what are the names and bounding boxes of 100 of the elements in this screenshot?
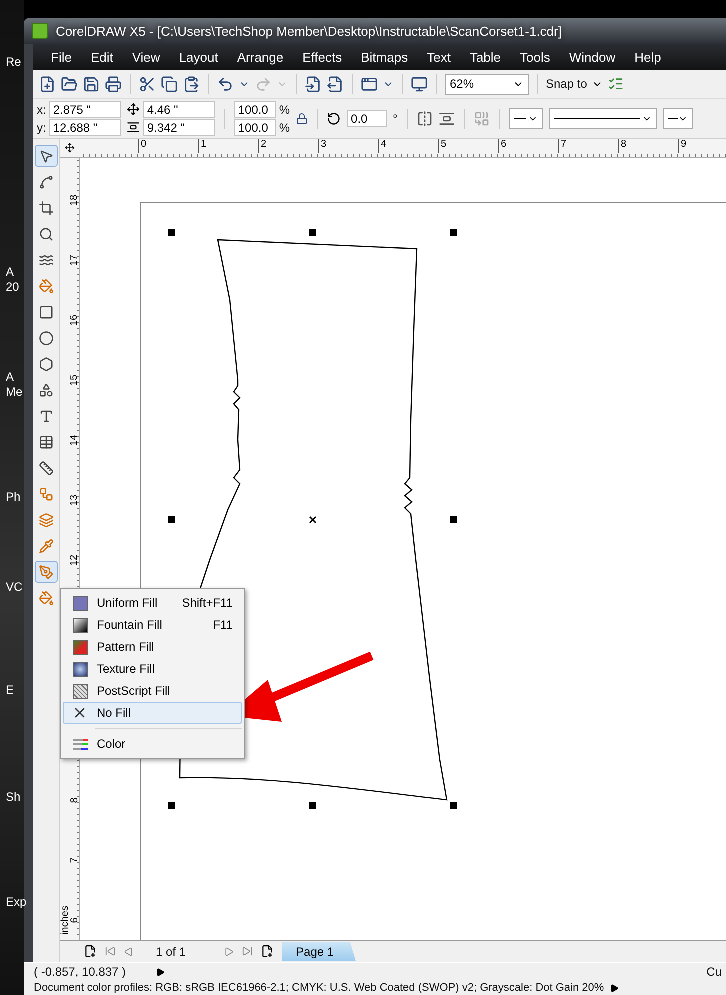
add-page-icon[interactable] xyxy=(84,945,97,958)
printer-icon[interactable] xyxy=(105,76,122,92)
menu-item[interactable]: Texture Fill xyxy=(63,658,242,680)
ruler-label: 3 xyxy=(318,139,378,153)
ruler-label: 6 xyxy=(70,917,79,923)
desktop-icon-label[interactable]: 20 xyxy=(6,280,20,294)
menu-item[interactable]: Color xyxy=(63,733,242,755)
monitor-icon[interactable] xyxy=(411,76,428,92)
new-file-icon[interactable] xyxy=(39,76,56,92)
menu-item[interactable]: Help xyxy=(624,50,670,64)
import-icon[interactable] xyxy=(305,76,322,92)
first-page-icon[interactable] xyxy=(105,946,116,957)
desktop-icon-label[interactable]: Re xyxy=(6,55,22,69)
menu-item[interactable]: Pattern Fill xyxy=(63,636,242,658)
ruler-label: 17 xyxy=(70,254,79,266)
rectangle-icon xyxy=(38,304,54,320)
expand-arrow-icon[interactable] xyxy=(610,984,620,992)
ruler-label: 8 xyxy=(70,797,79,803)
gradient-swatch-icon xyxy=(72,618,88,632)
ruler-label: 13 xyxy=(70,494,79,506)
mirror-vertical-icon[interactable] xyxy=(438,110,455,126)
percent-sign: % xyxy=(279,120,290,134)
desktop-icon-label[interactable]: A xyxy=(6,265,14,279)
lock-icon[interactable] xyxy=(296,112,308,124)
ruler-label: 12 xyxy=(70,554,79,566)
scale-x-field[interactable]: 100.0 xyxy=(234,101,276,118)
pattern-swatch-icon xyxy=(72,640,88,654)
shortcut-label: F11 xyxy=(213,618,234,632)
desktop-icon-label[interactable]: A xyxy=(6,370,14,384)
menu-item[interactable]: Text xyxy=(417,50,460,64)
texture-swatch-icon xyxy=(72,662,88,676)
line-style-dropdown[interactable] xyxy=(548,108,657,129)
mirror-horizontal-icon[interactable] xyxy=(416,110,433,126)
desktop-icon-label[interactable]: Sh xyxy=(6,790,21,804)
x-position-field[interactable]: 2.875 " xyxy=(49,101,122,118)
tool-button[interactable] xyxy=(34,145,58,167)
rotation-field[interactable]: 0.0 xyxy=(347,110,388,127)
scale-y-field[interactable]: 100.0 xyxy=(234,119,276,136)
previous-page-icon[interactable] xyxy=(124,946,134,956)
line-end-dropdown[interactable] xyxy=(662,108,693,129)
y-label: y: xyxy=(37,120,46,134)
x-label: x: xyxy=(37,102,46,116)
menu-item[interactable]: No Fill xyxy=(63,702,242,724)
menu-item-label: Texture Fill xyxy=(96,662,156,676)
menu-item-label: No Fill xyxy=(96,706,132,720)
expand-arrow-icon[interactable] xyxy=(156,968,166,976)
pointer-icon xyxy=(38,148,54,164)
menu-item[interactable]: View xyxy=(122,50,170,64)
width-field[interactable]: 4.46 " xyxy=(143,101,216,118)
copy-icon[interactable] xyxy=(161,76,178,92)
desktop-icon-label[interactable]: VC xyxy=(6,580,23,594)
desktop-icon-label[interactable]: Me xyxy=(6,385,23,399)
y-position-field[interactable]: 12.688 " xyxy=(49,119,122,136)
ruler-origin-icon[interactable] xyxy=(65,143,75,153)
color-profiles-text: Document color profiles: RGB: sRGB IEC61966-2.1; CMYK: U.S. Web Coated (SWOP) v2; Grayscale: Dot Gain 20% xyxy=(34,982,604,994)
menu-item[interactable]: Layout xyxy=(169,50,228,64)
height-field[interactable]: 9.342 " xyxy=(143,119,216,136)
ruler-label: 7 xyxy=(70,857,79,863)
ellipse-icon xyxy=(38,330,54,346)
paint-bucket-icon xyxy=(38,278,54,294)
desktop-icon-label[interactable]: Ph xyxy=(6,490,21,504)
ruler-label: 7 xyxy=(558,139,618,153)
line-start-dropdown[interactable] xyxy=(508,108,543,129)
checklist-icon[interactable] xyxy=(608,76,624,92)
shapes-icon xyxy=(38,382,54,398)
scissors-icon[interactable] xyxy=(139,76,156,92)
window-icon[interactable] xyxy=(361,76,378,92)
page-tab[interactable]: Page 1 xyxy=(282,942,356,962)
export-icon[interactable] xyxy=(327,76,344,92)
ruler-label: 8 xyxy=(618,139,678,153)
menu-item[interactable]: Fountain Fill F11 xyxy=(63,614,242,636)
paint-bucket-icon xyxy=(38,590,54,606)
next-page-icon[interactable] xyxy=(224,946,234,956)
crop-icon xyxy=(38,200,54,216)
ruler-label: 18 xyxy=(70,194,79,206)
menu-item[interactable]: File xyxy=(41,50,81,64)
desktop-icon-label[interactable]: Exp xyxy=(6,895,27,909)
menu-item-label: PostScript Fill xyxy=(96,684,172,698)
zoom-dropdown[interactable]: 62% xyxy=(445,74,529,94)
menu-item[interactable]: PostScript Fill xyxy=(63,680,242,702)
menu-item[interactable]: Table xyxy=(460,50,510,64)
menu-item[interactable]: Window xyxy=(559,50,625,64)
menu-item[interactable]: Uniform Fill Shift+F11 xyxy=(63,592,242,614)
desktop-icon-label[interactable]: E xyxy=(6,683,14,697)
curve-icon xyxy=(38,174,54,190)
clipboard-icon[interactable] xyxy=(183,76,200,92)
menu-item[interactable]: Bitmaps xyxy=(351,50,418,64)
add-page-icon[interactable] xyxy=(261,945,274,958)
save-icon[interactable] xyxy=(83,76,100,92)
folder-icon[interactable] xyxy=(61,76,78,92)
undo-icon[interactable] xyxy=(217,76,234,92)
snap-to-dropdown[interactable]: Snap to xyxy=(546,77,588,91)
menu-item[interactable]: Edit xyxy=(80,50,122,64)
menu-item[interactable]: Tools xyxy=(510,50,560,64)
menu-item[interactable]: Effects xyxy=(292,50,352,64)
ruler-label: 5 xyxy=(438,139,498,153)
menu-item[interactable]: Arrange xyxy=(227,50,293,64)
layers-icon xyxy=(38,512,54,528)
table-icon xyxy=(38,434,54,450)
last-page-icon[interactable] xyxy=(242,946,254,957)
